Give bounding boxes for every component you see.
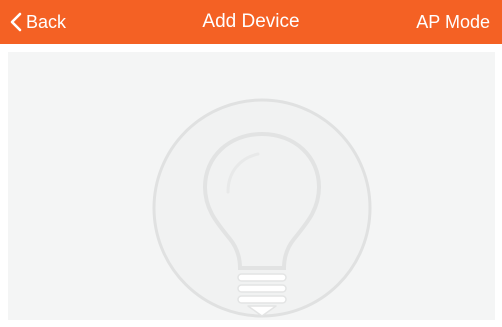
illustration-area — [8, 52, 495, 320]
ap-mode-button[interactable]: AP Mode — [416, 0, 490, 44]
back-button[interactable]: Back — [10, 0, 66, 44]
lightbulb-illustration — [148, 94, 376, 322]
chevron-left-icon — [10, 12, 22, 32]
back-label: Back — [26, 11, 67, 32]
navigation-bar: Back Add Device AP Mode — [0, 0, 502, 44]
lightbulb-icon — [152, 98, 372, 318]
